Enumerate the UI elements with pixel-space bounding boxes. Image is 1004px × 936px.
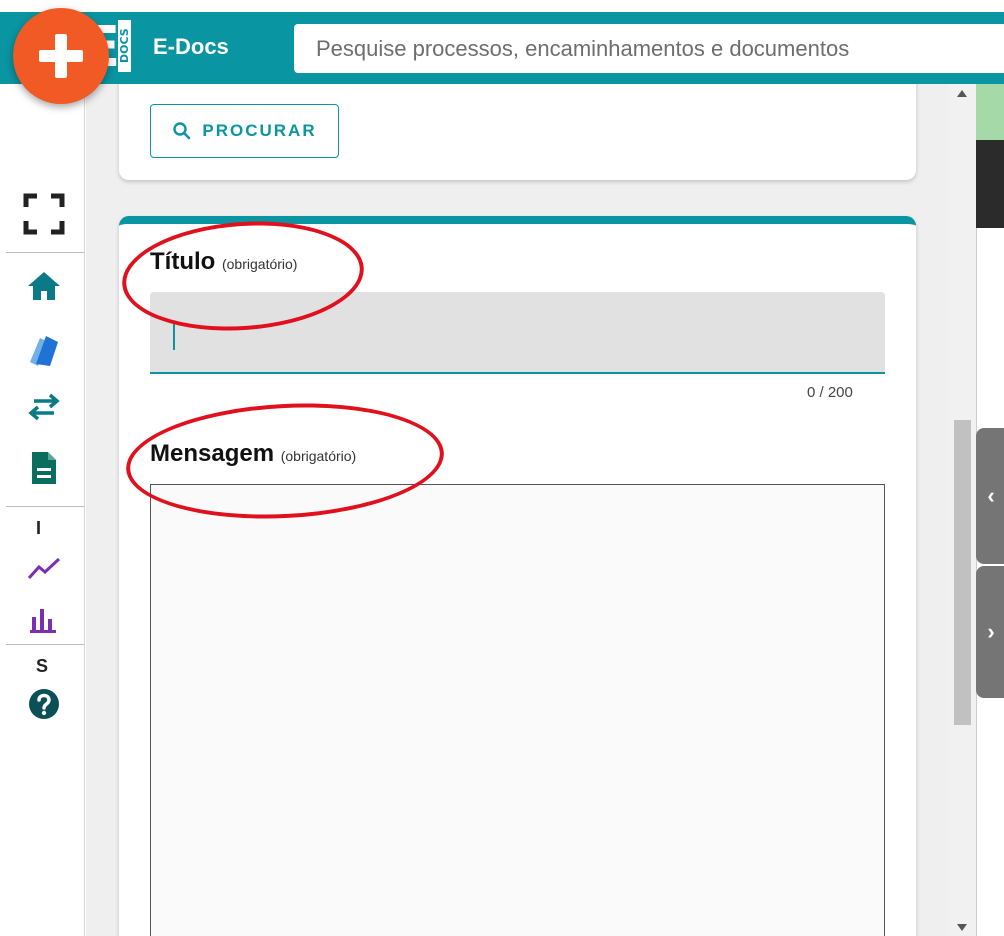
chevron-right-icon: › — [987, 619, 995, 644]
titulo-label: Título (obrigatório) — [150, 248, 297, 276]
procurar-label: PROCURAR — [202, 121, 317, 140]
titulo-char-counter: 0 / 200 — [807, 384, 853, 401]
chevron-left-icon: ‹ — [987, 483, 995, 508]
line-chart-icon[interactable] — [20, 546, 68, 590]
search-card: PROCURAR — [119, 84, 916, 180]
mensagem-label: Mensagem (obrigatório) — [150, 440, 356, 468]
mensagem-label-text: Mensagem — [150, 440, 275, 467]
sidebar-section-i: I — [36, 518, 42, 538]
logo-docs: DOCS — [118, 20, 131, 72]
text-caret — [173, 324, 175, 350]
titulo-label-text: Título — [150, 248, 216, 275]
sidebar-divider — [6, 252, 84, 253]
fullscreen-icon[interactable] — [20, 192, 68, 236]
document-icon[interactable] — [20, 446, 68, 490]
bar-chart-icon[interactable] — [20, 598, 68, 642]
sidebar-section-s: S — [36, 656, 49, 676]
tags-icon[interactable] — [20, 328, 68, 372]
mensagem-required-hint: (obrigatório) — [280, 448, 357, 464]
main-content: PROCURAR Título (obrigatório) 0 / 200 Me… — [86, 84, 948, 936]
search-icon — [173, 122, 191, 140]
message-form-card: Título (obrigatório) 0 / 200 Mensagem (o… — [119, 216, 916, 936]
titulo-input[interactable] — [150, 292, 885, 374]
help-icon[interactable] — [20, 682, 68, 726]
add-button[interactable] — [13, 8, 109, 104]
search-input[interactable] — [294, 24, 1004, 73]
procurar-button[interactable]: PROCURAR — [150, 104, 339, 158]
right-panel-toolbar — [976, 140, 1004, 228]
scroll-thumb[interactable] — [954, 420, 971, 725]
transfer-arrows-icon[interactable] — [20, 384, 68, 428]
header: E DOCS E-Docs — [0, 12, 1004, 84]
titulo-required-hint: (obrigatório) — [221, 256, 298, 272]
brand-name[interactable]: E-Docs — [153, 34, 229, 60]
scroll-down-arrow[interactable] — [957, 924, 967, 931]
collapse-panel-button[interactable]: ‹ — [976, 428, 1004, 564]
sidebar: I S — [0, 84, 85, 936]
expand-panel-button[interactable]: › — [976, 566, 1004, 698]
right-panel-header — [976, 84, 1004, 140]
mensagem-textarea[interactable] — [150, 484, 885, 936]
sidebar-divider — [6, 506, 84, 507]
home-icon[interactable] — [20, 264, 68, 308]
top-bar: E DOCS E-Docs — [0, 0, 1004, 84]
vertical-scrollbar[interactable] — [948, 84, 976, 936]
sidebar-divider — [6, 644, 84, 645]
scroll-up-arrow[interactable] — [957, 90, 967, 97]
